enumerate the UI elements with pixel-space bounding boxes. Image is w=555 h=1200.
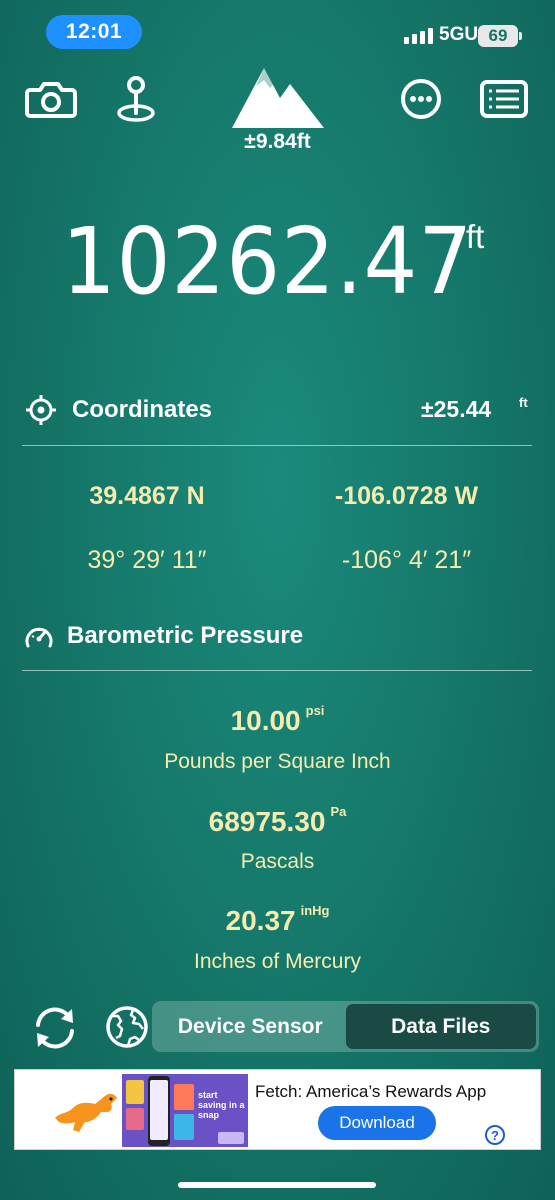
cellular-signal-icon [404, 26, 433, 44]
coordinates-divider [22, 445, 532, 446]
refresh-button[interactable] [30, 1003, 80, 1053]
ad-download-button[interactable]: Download [318, 1106, 436, 1140]
pa-unit: Pa [330, 804, 347, 819]
segment-device-sensor[interactable]: Device Sensor [155, 1004, 346, 1049]
coordinates-accuracy-unit: ft [519, 395, 528, 410]
globe-icon [106, 1006, 148, 1048]
barometric-title: Barometric Pressure [67, 622, 304, 649]
ad-promo-image: start saving in a snap [122, 1074, 248, 1147]
latitude-decimal: 39.4867 N [89, 482, 205, 510]
battery-icon [519, 32, 522, 40]
ad-banner[interactable]: start saving in a snap Fetch: America’s … [14, 1069, 541, 1150]
inhg-value: 20.37 inHg [225, 903, 330, 936]
pa-value: 68975.30 Pa [208, 804, 347, 837]
more-button[interactable] [395, 73, 447, 125]
globe-button[interactable] [104, 1004, 150, 1050]
barometric-divider [22, 670, 532, 671]
psi-value: 10.00 psi [230, 703, 325, 736]
coordinates-title: Coordinates [72, 396, 213, 423]
inhg-unit: inHg [300, 903, 330, 918]
location-pin-button[interactable] [110, 73, 162, 125]
elevation-accuracy: ±9.84ft [244, 130, 311, 153]
home-indicator[interactable] [178, 1182, 376, 1188]
inhg-label: Inches of Mercury [194, 950, 361, 973]
camera-icon [25, 82, 77, 118]
ad-help-icon[interactable]: ? [485, 1125, 505, 1145]
list-button[interactable] [478, 73, 530, 125]
ad-title[interactable]: Fetch: America’s Rewards App [255, 1082, 486, 1102]
longitude-dms: -106° 4′ 21″ [341, 546, 472, 574]
crosshair-icon [25, 394, 57, 426]
psi-label: Pounds per Square Inch [164, 750, 391, 773]
elevation-value: 10262.47 [61, 208, 474, 315]
more-icon [401, 79, 441, 119]
ad-promo-text: start saving in a snap [198, 1090, 245, 1120]
camera-button[interactable] [25, 73, 77, 125]
map-pin-icon [117, 76, 155, 122]
segment-data-files[interactable]: Data Files [345, 1004, 536, 1049]
mountain-icon[interactable] [230, 66, 326, 132]
psi-unit: psi [305, 703, 325, 718]
battery-level: 69 [478, 25, 518, 47]
gauge-icon [24, 622, 54, 650]
source-segmented-control[interactable]: Device Sensor Data Files [152, 1001, 539, 1052]
longitude-decimal: -106.0728 W [334, 482, 479, 510]
list-icon [480, 80, 528, 118]
fetch-dog-logo [51, 1078, 123, 1142]
coordinates-accuracy: ±25.44 [421, 396, 492, 422]
elevation-unit: ft [466, 218, 485, 255]
status-time: 12:01 [46, 15, 142, 49]
latitude-dms: 39° 29′ 11″ [87, 546, 207, 574]
pa-label: Pascals [240, 850, 315, 873]
refresh-icon [36, 1007, 74, 1049]
